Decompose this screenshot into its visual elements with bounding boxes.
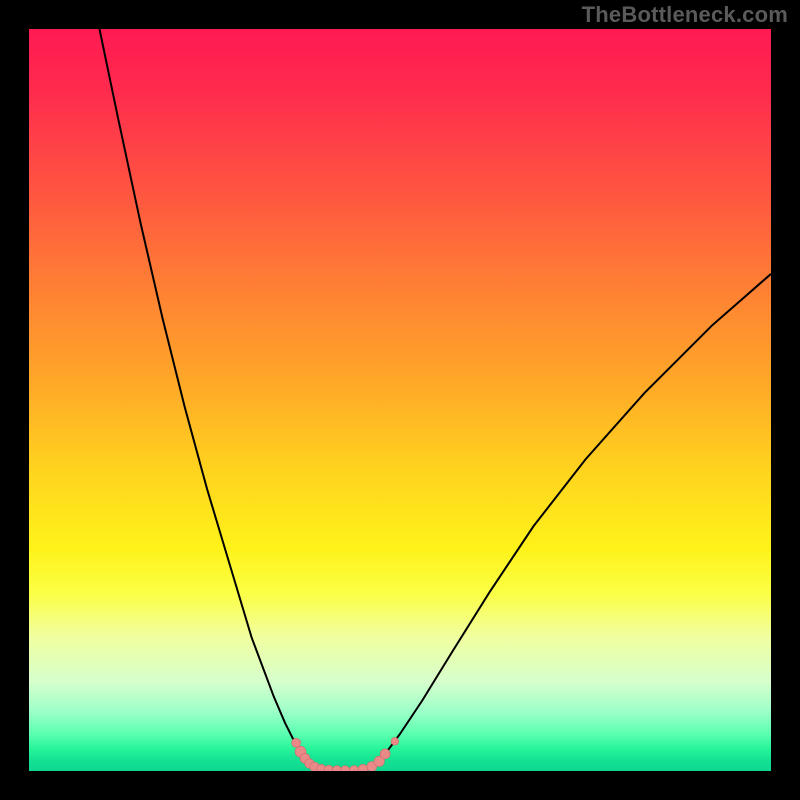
watermark-text: TheBottleneck.com [582, 2, 788, 28]
chart-gradient-background [29, 29, 771, 771]
chart-frame [29, 29, 771, 771]
